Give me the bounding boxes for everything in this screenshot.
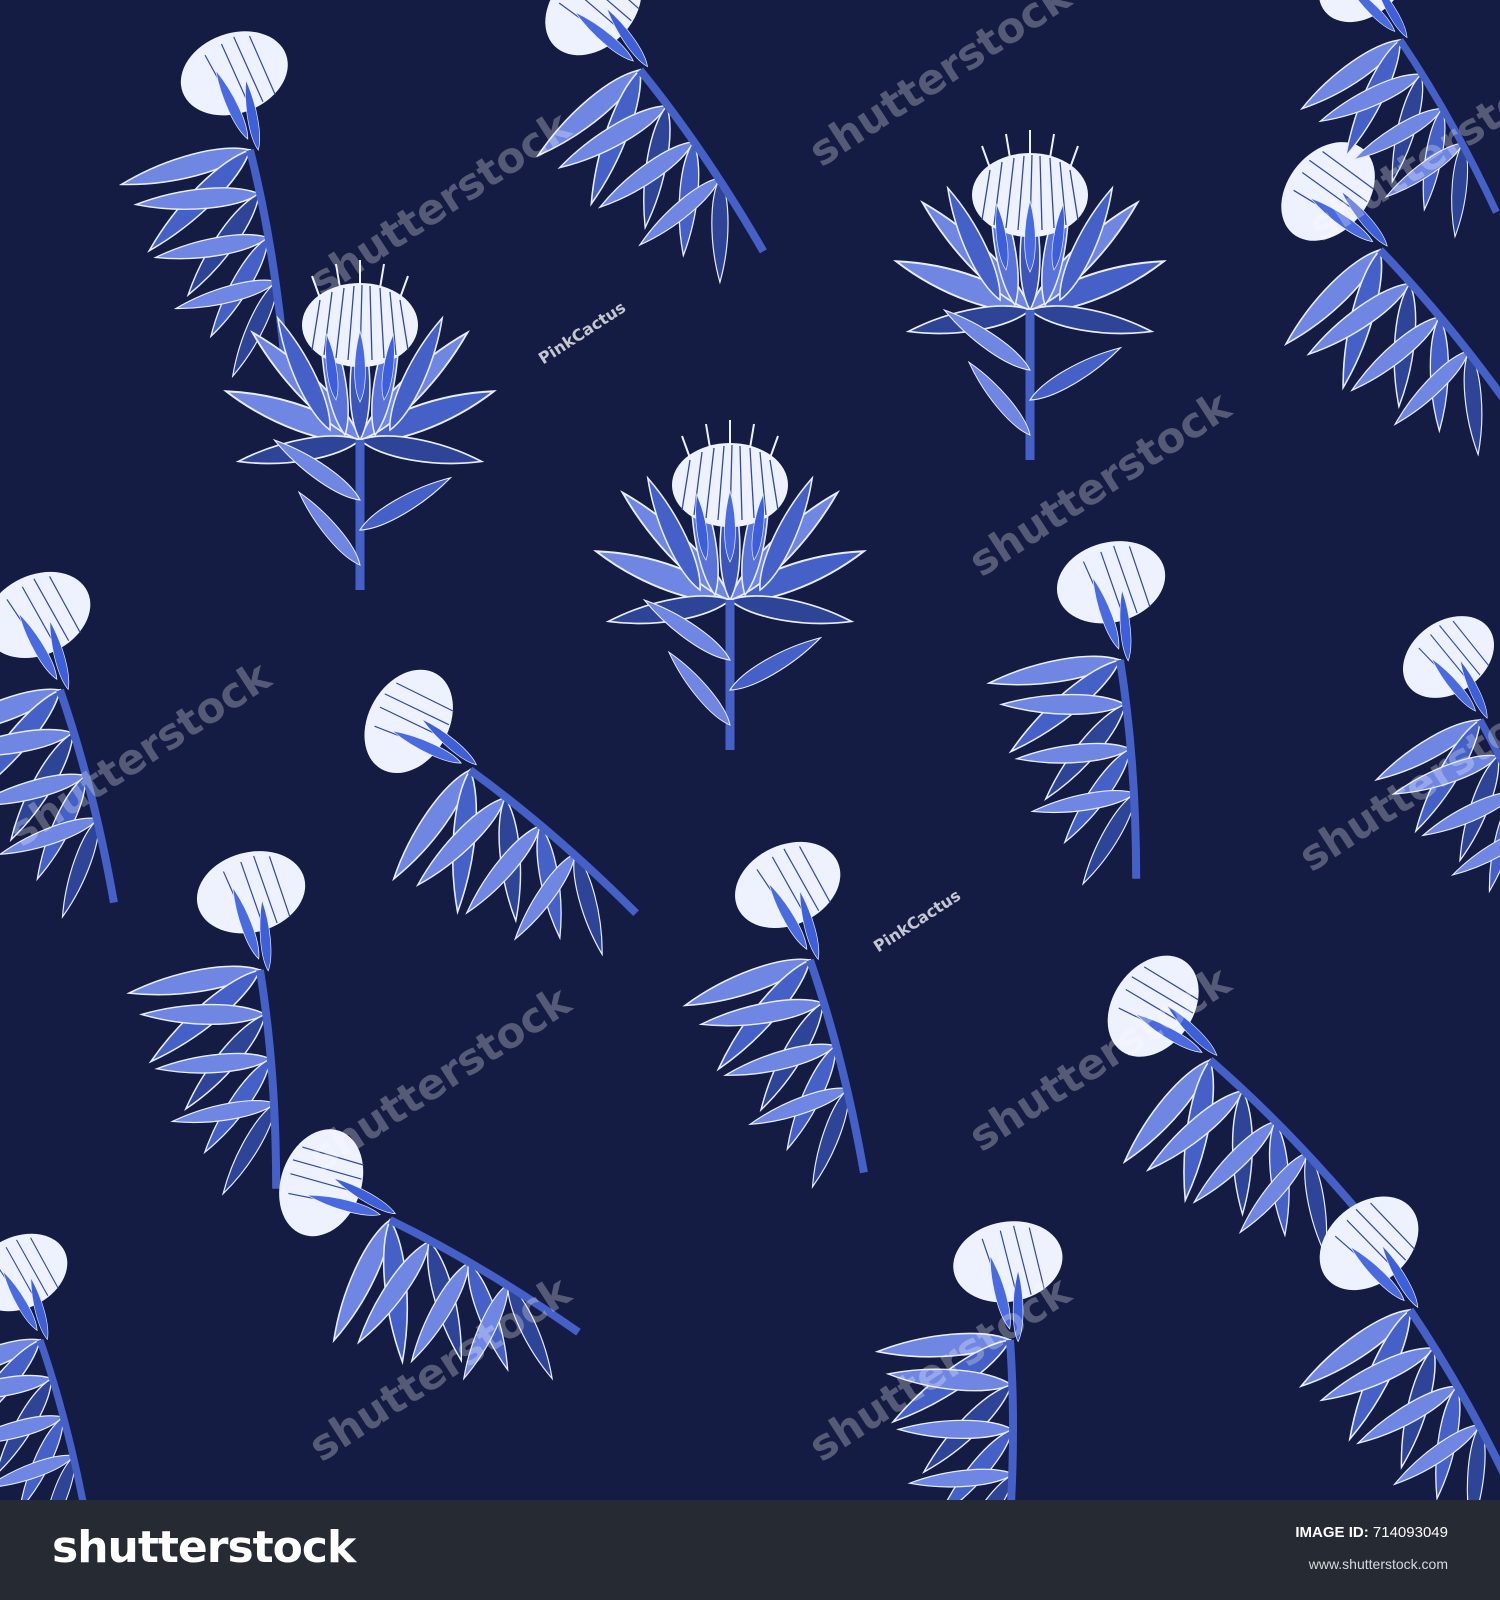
image-id-value: 714093049 [1372, 1524, 1448, 1541]
image-id: IMAGE ID: 714093049 [1295, 1524, 1448, 1541]
footer-bar: shutterstock IMAGE ID: 714093049 www.shu… [0, 1500, 1500, 1600]
protea-flowers [0, 0, 1500, 1500]
protea-pattern-image: shutterstock shutterstock shutterstock s… [0, 0, 1500, 1500]
image-id-label: IMAGE ID: [1295, 1524, 1369, 1541]
site-url: www.shutterstock.com [1308, 1556, 1448, 1572]
protea-illustration [0, 0, 1500, 1500]
stock-image-page: shutterstock shutterstock shutterstock s… [0, 0, 1500, 1600]
shutterstock-logo: shutterstock [52, 1522, 356, 1573]
